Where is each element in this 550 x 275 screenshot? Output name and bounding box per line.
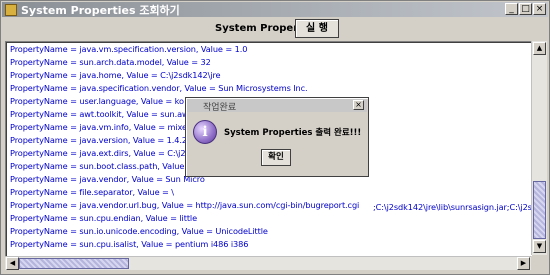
- dialog-message: System Properties 출력 완료!!!: [224, 128, 362, 138]
- list-item: PropertyName = java.vm.specification.ver…: [10, 44, 248, 54]
- list-item: PropertyName = java.vm.info, Value = mix…: [10, 122, 203, 132]
- window-title: System Properties 조회하기: [21, 3, 180, 17]
- scroll-corner: [531, 256, 546, 270]
- list-item-overflow: ;C:\j2sdk142\jre\lib\sunrsasign.jar;C:\j…: [373, 202, 532, 212]
- window-controls: _ □ ×: [505, 3, 546, 15]
- list-item: PropertyName = java.vendor.url.bug, Valu…: [10, 200, 360, 210]
- title-bar[interactable]: System Properties 조회하기 _ □ ×: [2, 2, 548, 17]
- minimize-button[interactable]: _: [505, 3, 518, 15]
- list-item: PropertyName = sun.cpu.isalist, Value = …: [10, 239, 249, 249]
- dialog-title-bar[interactable]: 작업완료 ×: [187, 99, 367, 113]
- main-window: System Properties 조회하기 _ □ × System Prop…: [0, 0, 550, 275]
- close-button[interactable]: ×: [533, 3, 546, 15]
- ok-button[interactable]: 확인: [261, 149, 291, 166]
- info-icon: i: [193, 120, 217, 144]
- list-item: PropertyName = file.separator, Value = \: [10, 187, 174, 197]
- list-item: PropertyName = user.language, Value = ko: [10, 96, 184, 106]
- maximize-button[interactable]: □: [519, 3, 532, 15]
- header-bar: System Properties 실 행: [1, 18, 549, 40]
- list-item: PropertyName = java.version, Value = 1.4…: [10, 135, 197, 145]
- vertical-scroll-thumb[interactable]: [533, 181, 546, 239]
- list-item: PropertyName = awt.toolkit, Value = sun.…: [10, 109, 201, 119]
- completion-dialog: 작업완료 × i System Properties 출력 완료!!! 확인: [185, 97, 369, 177]
- scroll-down-icon[interactable]: ▼: [533, 240, 546, 253]
- list-item: PropertyName = java.ext.dirs, Value = C:…: [10, 148, 200, 158]
- vertical-scrollbar[interactable]: ▲ ▼: [531, 41, 547, 255]
- scroll-left-icon[interactable]: ◀: [6, 257, 19, 270]
- list-item: PropertyName = sun.arch.data.model, Valu…: [10, 57, 211, 67]
- app-icon: [5, 3, 17, 16]
- horizontal-scroll-thumb[interactable]: [19, 258, 129, 269]
- horizontal-scrollbar[interactable]: ◀ ▶: [5, 256, 531, 270]
- list-item: PropertyName = sun.cpu.endian, Value = l…: [10, 213, 198, 223]
- list-item: PropertyName = sun.boot.class.path, Valu…: [10, 161, 202, 171]
- run-button[interactable]: 실 행: [295, 19, 339, 38]
- scroll-up-icon[interactable]: ▲: [533, 42, 546, 55]
- scroll-right-icon[interactable]: ▶: [517, 257, 530, 270]
- list-item: PropertyName = java.vendor, Value = Sun …: [10, 174, 205, 184]
- list-item: PropertyName = java.home, Value = C:\j2s…: [10, 70, 221, 80]
- dialog-close-icon[interactable]: ×: [353, 100, 364, 110]
- dialog-title: 작업완료: [203, 103, 237, 113]
- list-item: PropertyName = sun.io.unicode.encoding, …: [10, 226, 268, 236]
- list-item: PropertyName = java.specification.vendor…: [10, 83, 308, 93]
